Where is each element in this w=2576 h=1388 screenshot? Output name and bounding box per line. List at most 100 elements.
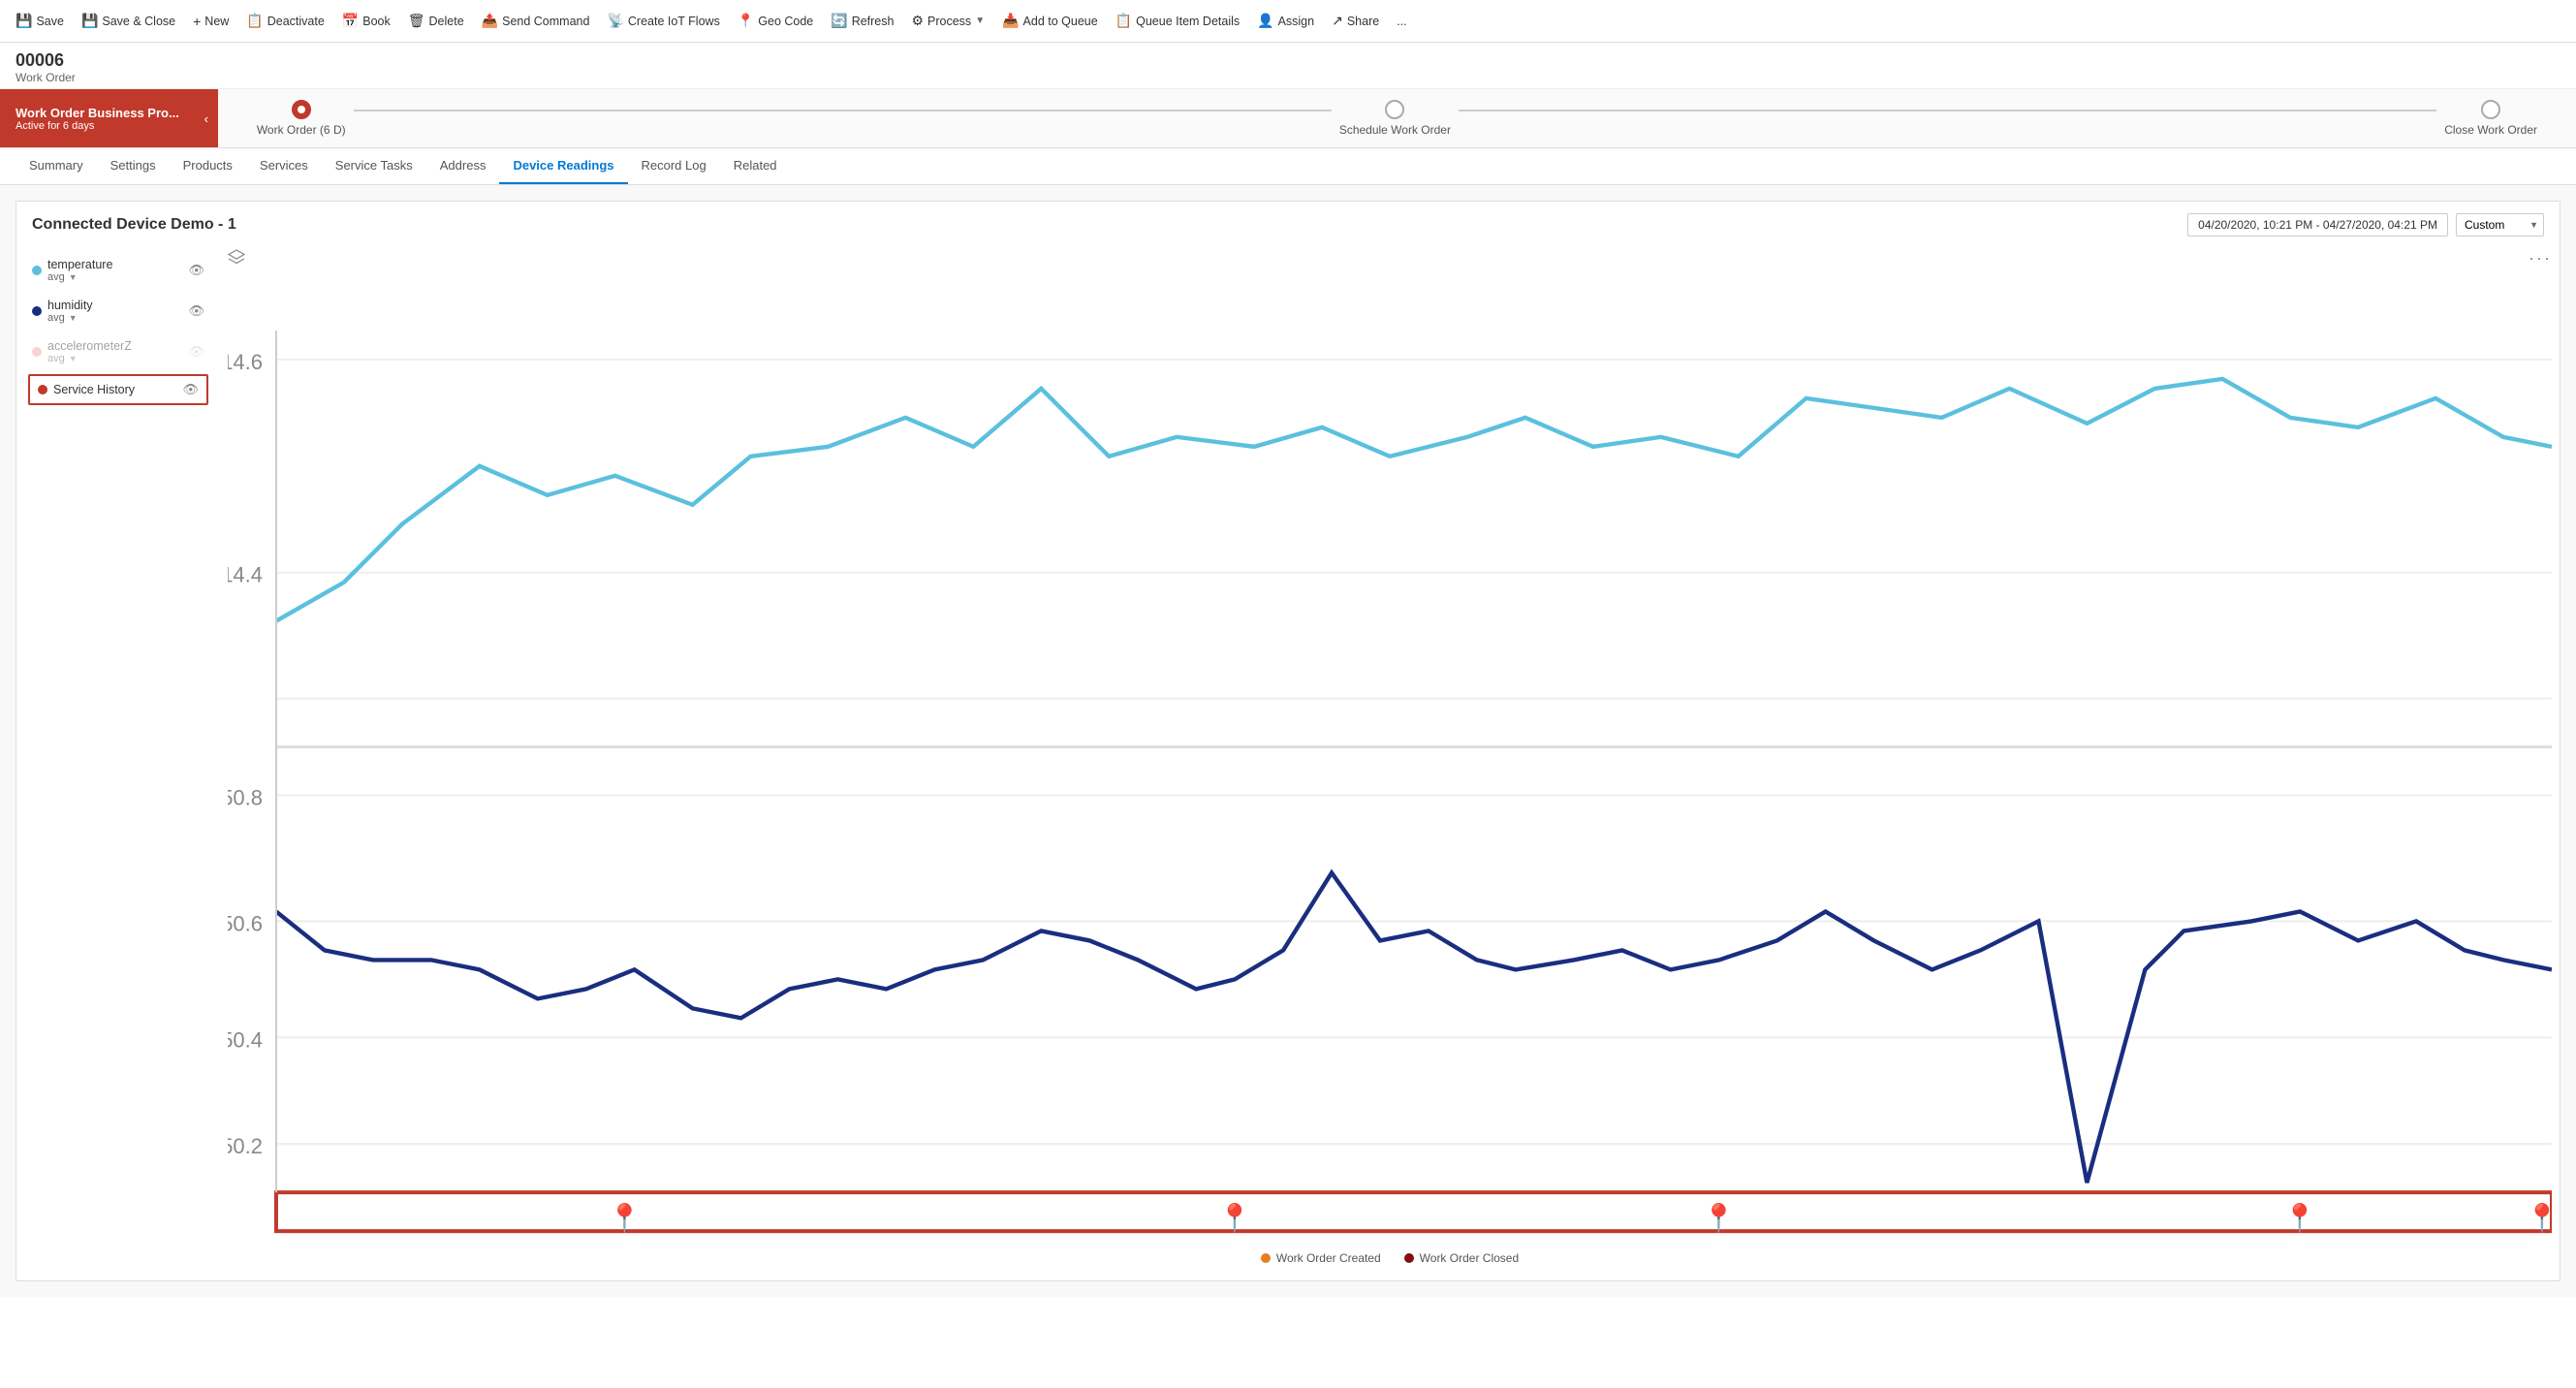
delete-button[interactable]: 🗑 Delete [400,9,472,33]
accelerometerz-visibility-toggle[interactable]: 👁 [188,344,204,360]
queue-item-details-icon: 📋 [1115,13,1132,29]
accelerometerz-dot [32,347,42,357]
send-command-button[interactable]: 📤 Send Command [474,9,598,33]
tab-record-log[interactable]: Record Log [628,148,720,184]
new-button[interactable]: + New [185,10,236,33]
book-button[interactable]: 📅 Book [334,9,398,33]
tab-products[interactable]: Products [170,148,246,184]
service-history-dot [38,385,47,394]
refresh-icon: 🔄 [831,13,847,29]
new-icon: + [193,14,201,29]
deactivate-icon: 📋 [246,13,263,29]
record-type: Work Order [16,71,2560,84]
add-to-queue-button[interactable]: 📥 Add to Queue [994,9,1106,33]
time-range-select[interactable]: Last Hour Last Day Last Week Custom [2456,213,2544,237]
geo-code-button[interactable]: 📍 Geo Code [730,9,821,33]
stage-label-schedule: Schedule Work Order [1339,123,1451,137]
stage-label-close: Close Work Order [2444,123,2537,137]
wo-created-dot [1261,1253,1271,1263]
stage-circle-schedule [1385,100,1404,119]
banner-subtitle: Active for 6 days [16,120,179,132]
svg-text:📍: 📍 [2283,1202,2317,1234]
tab-related[interactable]: Related [720,148,791,184]
legend-item-temperature: temperature avg ▼ 👁 [28,252,208,289]
chart-more-button[interactable]: ··· [2529,248,2552,268]
svg-text:50.6: 50.6 [228,911,263,935]
assign-button[interactable]: 👤 Assign [1249,9,1322,33]
record-header: 00006 Work Order [0,43,2576,89]
process-icon: ⚙ [911,13,924,29]
service-history-label: Service History [53,383,176,396]
stage-active-banner: Work Order Business Pro... Active for 6 … [0,89,195,147]
stage-label-work-order: Work Order (6 D) [257,123,346,137]
svg-text:📍: 📍 [608,1202,642,1234]
tab-device-readings[interactable]: Device Readings [499,148,627,184]
toolbar: 💾 Save 💾 Save & Close + New 📋 Deactivate… [0,0,2576,43]
tab-address[interactable]: Address [426,148,500,184]
book-icon: 📅 [342,13,359,29]
humidity-visibility-toggle[interactable]: 👁 [188,303,204,319]
tab-service-tasks[interactable]: Service Tasks [322,148,426,184]
service-history-visibility-toggle[interactable]: 👁 [182,382,199,397]
chart-bottom-legend: Work Order Created Work Order Closed [220,1244,2560,1273]
svg-text:📍: 📍 [2526,1202,2552,1234]
svg-text:50.8: 50.8 [228,786,263,810]
add-to-queue-icon: 📥 [1002,13,1019,29]
svg-text:📍: 📍 [1702,1202,1736,1234]
stage-circle-close [2481,100,2500,119]
wo-closed-label: Work Order Closed [1420,1251,1519,1265]
share-button[interactable]: ↗ Share [1324,9,1387,33]
save-close-button[interactable]: 💾 Save & Close [74,9,183,33]
wo-closed-dot [1404,1253,1414,1263]
chart-svg-container: 14.6 14.4 50.8 50.6 50.4 [220,272,2560,1244]
humidity-sub: avg ▼ [47,312,182,324]
refresh-button[interactable]: 🔄 Refresh [823,9,901,33]
chart-toolbar: ··· [220,244,2560,272]
device-panel-header: Connected Device Demo - 1 04/20/2020, 10… [16,202,2560,244]
stage-item-work-order: Work Order (6 D) [257,100,346,137]
create-iot-flows-button[interactable]: 📡 Create IoT Flows [599,9,727,33]
temperature-chevron-icon[interactable]: ▼ [69,272,78,282]
wo-created-label: Work Order Created [1276,1251,1381,1265]
stage-line-2 [1459,110,2436,111]
stage-circle-work-order [292,100,311,119]
record-id: 00006 [16,50,2560,71]
more-button[interactable]: ... [1389,11,1414,32]
chart-svg: 14.6 14.4 50.8 50.6 50.4 [228,272,2552,1241]
temperature-sub: avg ▼ [47,271,182,283]
tab-settings[interactable]: Settings [97,148,170,184]
tab-services[interactable]: Services [246,148,322,184]
process-button[interactable]: ⚙ Process ▼ [903,9,992,33]
save-icon: 💾 [16,13,32,29]
humidity-label: humidity [47,299,182,312]
humidity-chevron-icon[interactable]: ▼ [69,313,78,323]
temperature-dot [32,266,42,275]
svg-text:50.4: 50.4 [228,1027,263,1052]
iot-flows-icon: 📡 [607,13,623,29]
assign-icon: 👤 [1257,13,1273,29]
bottom-legend-wo-closed: Work Order Closed [1404,1251,1519,1265]
device-panel: Connected Device Demo - 1 04/20/2020, 10… [16,201,2560,1281]
tab-summary[interactable]: Summary [16,148,97,184]
stage-collapse-button[interactable]: ‹ [195,89,218,147]
legend-item-humidity: humidity avg ▼ 👁 [28,293,208,330]
process-dropdown-icon: ▼ [975,16,985,26]
deactivate-button[interactable]: 📋 Deactivate [238,9,332,33]
share-icon: ↗ [1332,13,1343,29]
accelerometerz-sub: avg ▼ [47,353,182,364]
layers-icon[interactable] [228,248,245,268]
send-command-icon: 📤 [482,13,498,29]
humidity-info: humidity avg ▼ [47,299,182,324]
queue-item-details-button[interactable]: 📋 Queue Item Details [1108,9,1247,33]
save-close-icon: 💾 [81,13,98,29]
accelerometerz-info: accelerometerZ avg ▼ [47,339,182,364]
chart-main: ··· 14.6 14.4 [220,244,2560,1273]
main-content: Connected Device Demo - 1 04/20/2020, 10… [0,185,2576,1297]
accelerometerz-chevron-icon[interactable]: ▼ [69,354,78,363]
temperature-info: temperature avg ▼ [47,258,182,283]
date-range-display: 04/20/2020, 10:21 PM - 04/27/2020, 04:21… [2187,213,2448,237]
temperature-visibility-toggle[interactable]: 👁 [188,263,204,278]
legend-item-accelerometerz: accelerometerZ avg ▼ 👁 [28,333,208,370]
svg-text:14.6: 14.6 [228,350,263,374]
save-button[interactable]: 💾 Save [8,9,72,33]
